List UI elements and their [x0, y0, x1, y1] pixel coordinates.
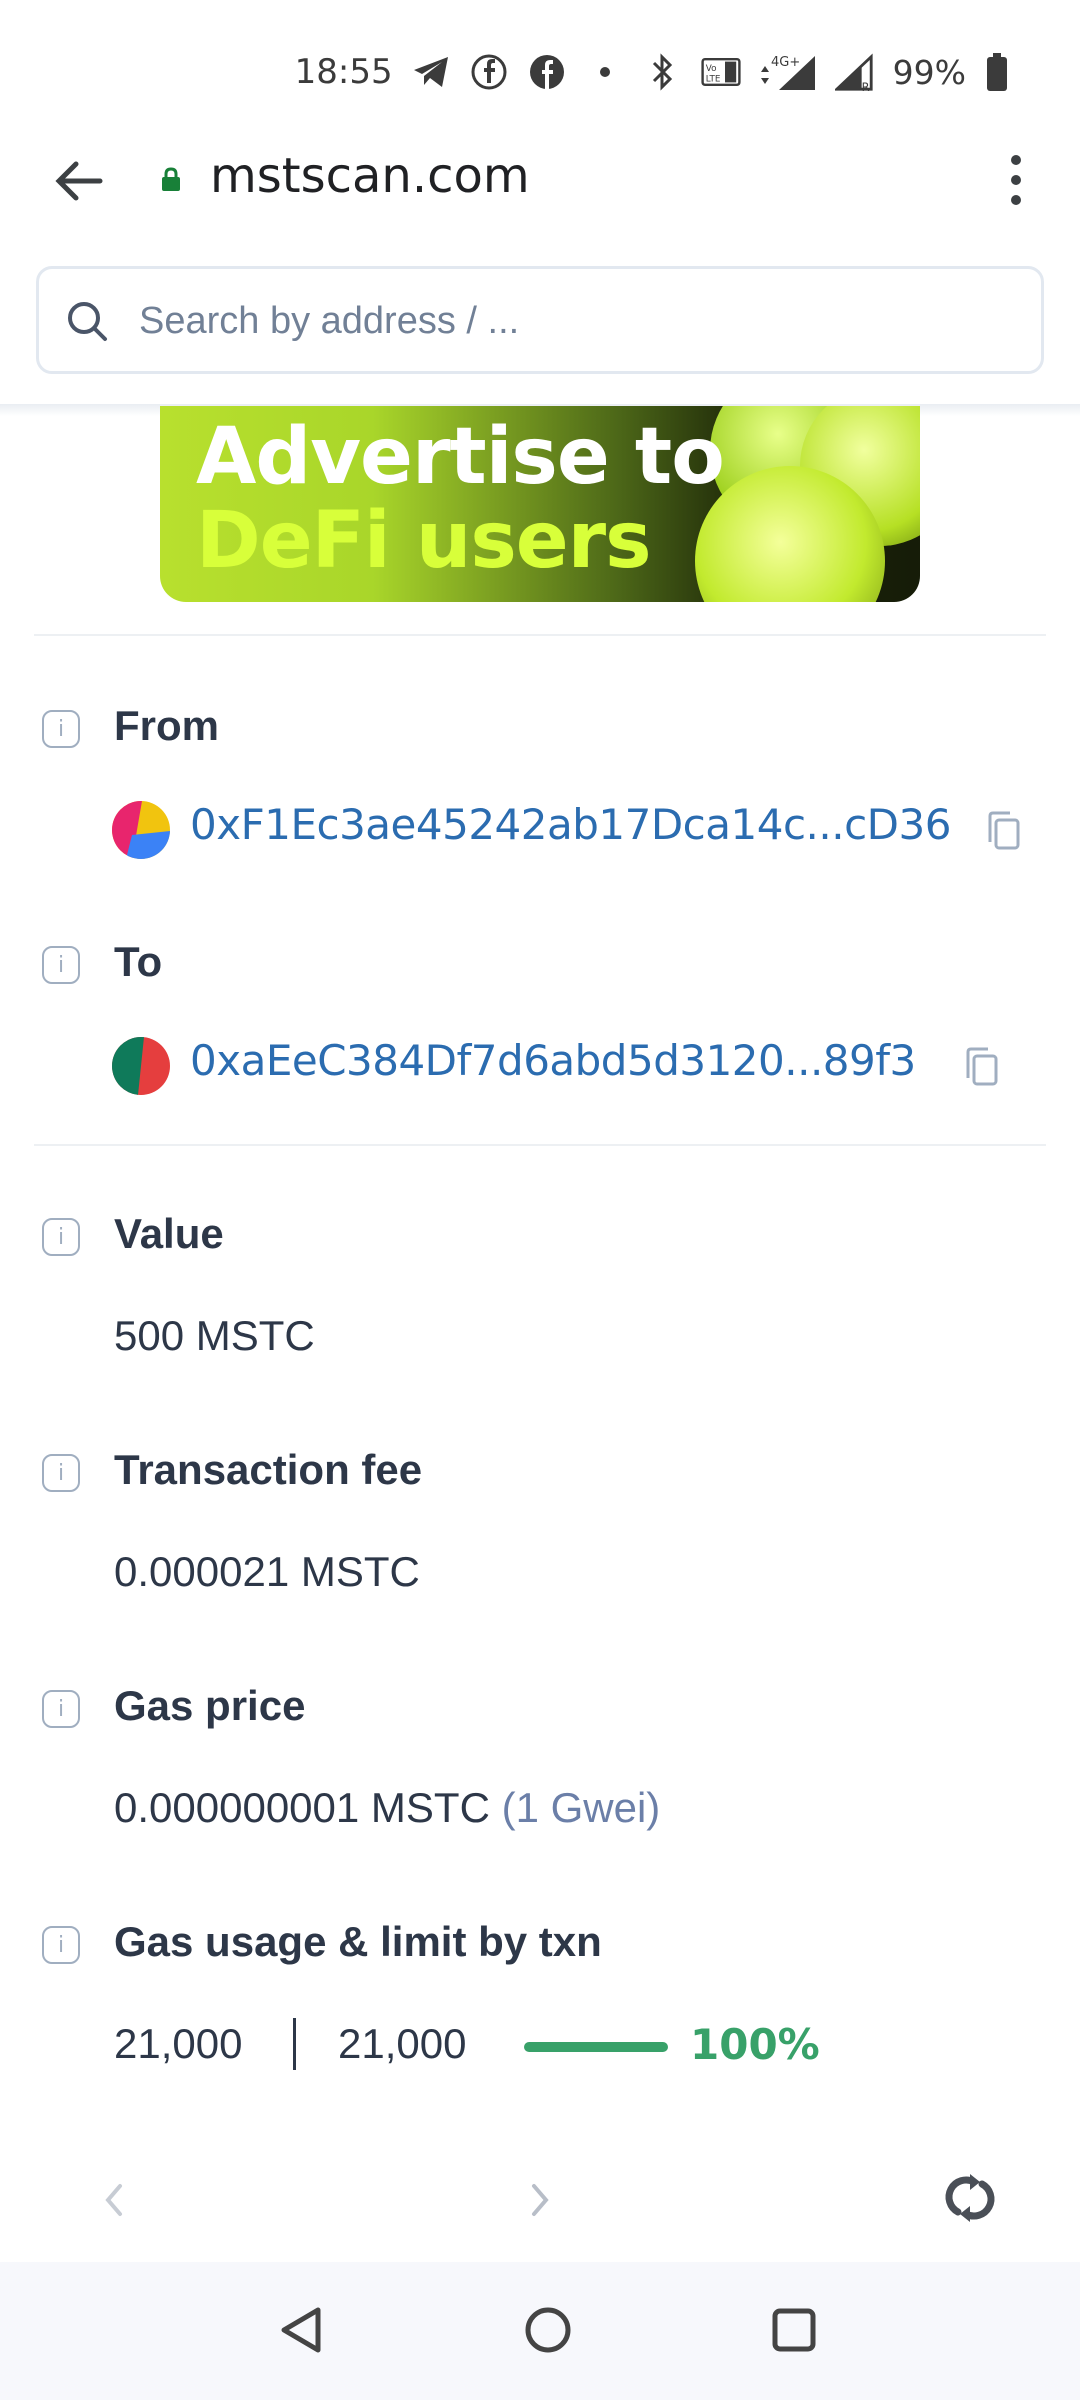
from-label: From — [114, 702, 219, 749]
url-bar[interactable]: mstscan.com — [210, 148, 530, 204]
ad-subheadline: DeFi users — [196, 496, 652, 586]
signal-roaming-icon: R — [834, 52, 875, 92]
gas-usage-label: Gas usage & limit by txn — [114, 1918, 602, 1965]
battery-percent: 99% — [892, 52, 966, 92]
status-bar: 18:55 Vo LTE 4G+ R 99% — [0, 0, 1080, 140]
copy-icon[interactable] — [962, 1046, 1002, 1090]
more-vert-icon — [1011, 155, 1021, 205]
info-icon[interactable]: i — [42, 1454, 80, 1492]
gas-price-value: 0.000000001 MSTC (1 Gwei) — [114, 1784, 660, 1832]
copy-icon[interactable] — [984, 810, 1024, 854]
from-address-link[interactable]: 0xF1Ec3ae45242ab17Dca14c...cD36 — [190, 800, 951, 849]
svg-text:R: R — [861, 80, 869, 92]
search-icon — [63, 297, 113, 352]
divider — [34, 634, 1046, 636]
ad-headline: Advertise to — [196, 412, 725, 502]
value-amount: 500 MSTC — [114, 1312, 315, 1359]
search-input[interactable] — [139, 293, 1019, 349]
gas-used: 21,000 — [114, 2020, 243, 2067]
battery-icon — [984, 52, 1010, 92]
info-icon[interactable]: i — [42, 1218, 80, 1256]
value-label: Value — [114, 1210, 224, 1257]
bluetooth-icon — [643, 52, 683, 92]
refresh-icon[interactable] — [940, 2168, 1000, 2233]
gas-price-label: Gas price — [114, 1682, 306, 1729]
from-avatar — [112, 801, 170, 859]
fee-amount: 0.000021 MSTC — [114, 1548, 420, 1595]
system-back-icon[interactable] — [276, 2304, 326, 2361]
gas-price-amount: 0.000000001 MSTC — [114, 1784, 490, 1831]
chevron-left-icon[interactable] — [96, 2176, 132, 2229]
svg-text:Vo: Vo — [705, 64, 716, 74]
to-address-link[interactable]: 0xaEeC384Df7d6abd5d3120...89f3 — [190, 1036, 916, 1085]
system-nav-bar — [0, 2262, 1080, 2400]
chevron-right-icon[interactable] — [522, 2176, 558, 2229]
info-icon[interactable]: i — [42, 946, 80, 984]
system-home-icon[interactable] — [522, 2304, 574, 2361]
gas-price-gwei: (1 Gwei) — [501, 1784, 661, 1831]
svg-text:LTE: LTE — [705, 75, 720, 85]
search-box[interactable] — [36, 266, 1044, 374]
facebook-icon — [527, 52, 567, 92]
telegram-icon — [411, 52, 451, 92]
system-recents-icon[interactable] — [770, 2306, 818, 2359]
gas-separator — [293, 2018, 296, 2070]
divider — [34, 1144, 1046, 1146]
gas-limit: 21,000 — [338, 2020, 467, 2067]
back-button[interactable] — [48, 150, 110, 212]
fee-label: Transaction fee — [114, 1446, 423, 1493]
more-menu-button[interactable] — [1004, 152, 1028, 208]
gas-usage-percent: 100% — [690, 2020, 820, 2069]
info-icon[interactable]: i — [42, 1690, 80, 1728]
to-avatar — [112, 1037, 170, 1095]
svg-text:4G+: 4G+ — [771, 55, 800, 70]
gas-usage-bar — [524, 2042, 668, 2052]
ad-banner[interactable]: Advertise to DeFi users — [160, 406, 920, 602]
volte-icon: Vo LTE — [701, 52, 741, 92]
dot-icon — [585, 52, 625, 92]
lock-icon — [160, 166, 182, 197]
to-label: To — [114, 938, 163, 985]
browser-page-nav — [0, 2150, 1080, 2250]
info-icon[interactable]: i — [42, 710, 80, 748]
info-icon[interactable]: i — [42, 1926, 80, 1964]
back-arrow-icon — [55, 161, 103, 201]
signal-4g-icon: 4G+ — [759, 52, 817, 92]
facebook-outline-icon — [469, 52, 509, 92]
status-time: 18:55 — [294, 52, 393, 92]
